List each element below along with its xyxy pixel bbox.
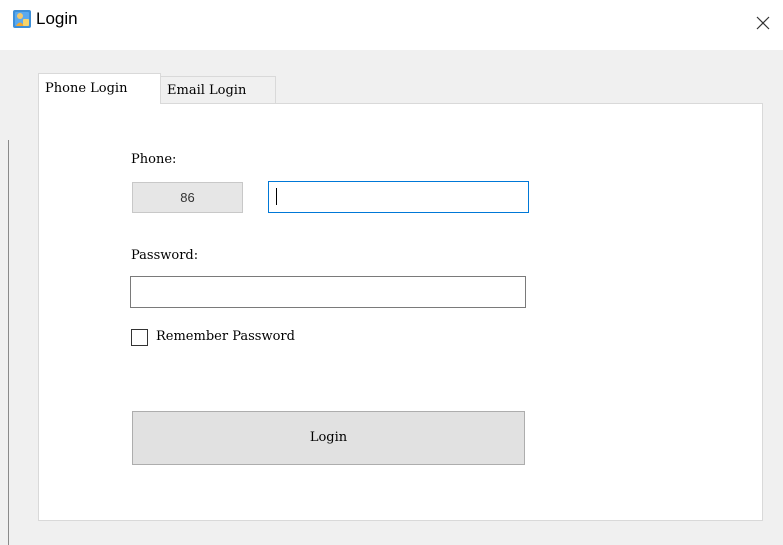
- tab-email-login[interactable]: Email Login: [161, 76, 276, 103]
- remember-password-checkbox[interactable]: [131, 329, 148, 346]
- remember-password-label: Remember Password: [156, 329, 295, 344]
- login-button[interactable]: Login: [132, 411, 525, 465]
- login-app-icon: [13, 10, 31, 28]
- close-icon[interactable]: [752, 12, 774, 34]
- password-label: Password:: [131, 248, 199, 263]
- phone-label: Phone:: [131, 152, 177, 167]
- password-input[interactable]: [130, 276, 526, 308]
- window-edge: [8, 140, 9, 545]
- phone-input[interactable]: [268, 181, 529, 213]
- tab-phone-login[interactable]: Phone Login: [38, 73, 161, 104]
- login-window: Login Phone Login Email Login Phone: 86 …: [0, 0, 783, 545]
- title-bar: Login: [0, 0, 783, 50]
- country-code-field: 86: [132, 182, 243, 213]
- text-caret: [276, 188, 277, 205]
- window-title: Login: [36, 9, 78, 28]
